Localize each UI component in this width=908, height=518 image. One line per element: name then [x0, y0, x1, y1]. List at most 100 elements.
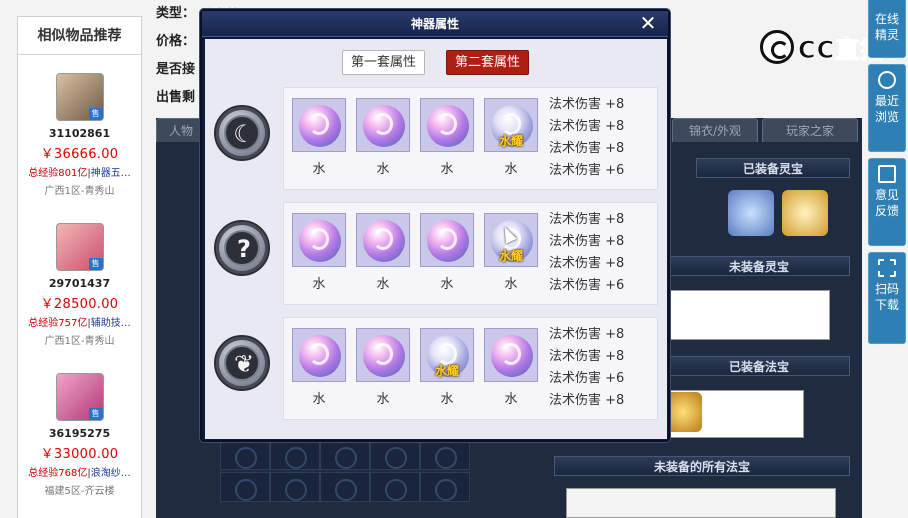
avatar[interactable]: 售 — [55, 223, 104, 271]
lingbao-item[interactable] — [728, 190, 774, 236]
server: 福建5区-齐云楼 — [44, 486, 115, 497]
attribute-line: 法术伤害 +8 — [549, 234, 625, 249]
gem-name: 水 — [504, 392, 518, 407]
artifact-row: ☾ 水水水水耀水法术伤害 +8 法术伤害 +8 法术伤害 +8 法术伤害 +6 — [205, 87, 667, 192]
gem-name: 水 — [376, 392, 390, 407]
water-gem-icon[interactable]: 水耀 — [420, 328, 474, 382]
artifact-glyph: ☾ — [233, 120, 255, 148]
inventory-cell[interactable] — [370, 440, 420, 470]
attribute-line: 法术伤害 +8 — [549, 327, 625, 342]
section-all-unequipped-fabao: 未装备的所有法宝 — [554, 456, 850, 476]
lingbao-item[interactable] — [782, 190, 828, 236]
inventory-cell[interactable] — [270, 472, 320, 502]
server: 广西1区-青秀山 — [44, 186, 115, 197]
inventory-cell[interactable] — [320, 472, 370, 502]
exp: 总经验801亿 — [28, 168, 88, 179]
price: ￥36666.00 — [40, 147, 119, 162]
scan-download-button[interactable]: 扫码 下载 — [868, 252, 906, 344]
gem-slot[interactable]: 水 — [356, 98, 410, 177]
inventory-cell[interactable] — [270, 440, 320, 470]
recommend-title: 相似物品推荐 — [18, 17, 141, 55]
recent-browse-label: 最近 浏览 — [874, 94, 899, 124]
water-gem-icon[interactable] — [484, 328, 538, 382]
water-gem-icon[interactable]: 水耀 — [484, 98, 538, 152]
attribute-list: 法术伤害 +8 法术伤害 +8 法术伤害 +6 法术伤害 +8 — [549, 324, 649, 412]
tab-second-set[interactable]: 第二套属性 — [446, 50, 530, 75]
inventory-cell[interactable] — [320, 440, 370, 470]
section-unequipped-lingbao: 未装备灵宝 — [668, 256, 850, 276]
price-label: 价格： — [156, 34, 196, 49]
role-id: 29701437 — [48, 277, 111, 290]
gem-slot[interactable]: 水 — [356, 328, 410, 407]
attribute-line: 法术伤害 +6 — [549, 278, 625, 293]
inventory-cell[interactable] — [370, 472, 420, 502]
tab-first-set[interactable]: 第一套属性 — [342, 50, 426, 75]
skill-link[interactable]: 辅助技… — [91, 318, 131, 329]
type-label: 类型：神木林 — [156, 2, 239, 23]
avatar[interactable]: 售 — [55, 373, 104, 421]
sale-badge: 售 — [88, 408, 103, 420]
recommend-item[interactable]: 售 36195275 ￥33000.00 总经验768亿|浪淘纱… 福建5区-齐… — [18, 355, 141, 505]
artifact-symbol: ❦ — [224, 345, 260, 381]
water-gem-icon[interactable] — [420, 213, 474, 267]
gem-name: 水 — [312, 277, 326, 292]
gem-slot[interactable]: 水 — [484, 328, 538, 407]
edit-icon — [878, 165, 896, 183]
meta-line: 总经验801亿|神器五… — [28, 168, 131, 179]
inventory-cell[interactable] — [220, 440, 270, 470]
online-assistant-button[interactable]: 在线 精灵 — [868, 0, 906, 58]
gem-slot[interactable]: 水 — [356, 213, 410, 292]
gem-slot[interactable]: 水 — [292, 98, 346, 177]
gem-slot[interactable]: 水 — [292, 328, 346, 407]
water-gem-icon[interactable] — [420, 98, 474, 152]
close-button[interactable]: ✕ — [638, 13, 658, 33]
water-gem-icon[interactable] — [292, 98, 346, 152]
attribute-line: 法术伤害 +8 — [549, 97, 625, 112]
crescent-moon-icon[interactable]: ☾ — [214, 105, 270, 161]
skill-link[interactable]: 浪淘纱… — [91, 468, 131, 479]
tab-character[interactable]: 人物 — [156, 118, 206, 142]
attribute-list: 法术伤害 +8 法术伤害 +8 法术伤害 +8 法术伤害 +6 — [549, 94, 649, 182]
water-gem-icon[interactable] — [356, 328, 410, 382]
gem-name: 水 — [376, 162, 390, 177]
tab-outfit[interactable]: 锦衣/外观 — [672, 118, 758, 142]
water-gem-icon[interactable] — [292, 213, 346, 267]
artifact-glyph: ? — [237, 235, 251, 263]
awaken-label: 水耀 — [498, 134, 523, 148]
skill-link[interactable]: 神器五… — [91, 168, 131, 179]
gem-slot[interactable]: 水 — [420, 98, 474, 177]
vine-icon[interactable]: ❦ — [214, 335, 270, 391]
feedback-button[interactable]: 意见 反馈 — [868, 158, 906, 246]
awaken-label: 水耀 — [434, 364, 459, 378]
gem-slot[interactable]: 水耀水 — [420, 328, 474, 407]
price: ￥28500.00 — [40, 297, 119, 312]
dialog-title: 神器属性 — [410, 17, 459, 31]
water-gem-icon[interactable] — [292, 328, 346, 382]
inventory-cell[interactable] — [420, 440, 470, 470]
gem-slot[interactable]: 水耀水 — [484, 213, 538, 292]
recommend-item[interactable]: 售 31102861 ￥36666.00 总经验801亿|神器五… 广西1区-青… — [18, 55, 141, 205]
cc-logo-icon — [760, 30, 794, 64]
tab-player-home[interactable]: 玩家之家 — [762, 118, 858, 142]
scan-icon — [878, 259, 896, 277]
water-gem-icon[interactable] — [356, 213, 410, 267]
clock-icon — [878, 71, 896, 89]
attribute-line: 法术伤害 +8 — [549, 141, 625, 156]
sale-badge: 售 — [88, 258, 103, 270]
gem-slot[interactable]: 水 — [292, 213, 346, 292]
inventory-cell[interactable] — [420, 472, 470, 502]
meta-line: 总经验768亿|浪淘纱… — [28, 468, 131, 479]
recent-browse-button[interactable]: 最近 浏览 — [868, 64, 906, 152]
artifact-attributes-dialog: 神器属性 ✕ 第一套属性 第二套属性 ☾ 水水水水耀水法术伤害 +8 法术伤害 +8… — [200, 9, 670, 442]
gem-slot[interactable]: 水耀水 — [484, 98, 538, 177]
gem-panel: 水水水水耀水法术伤害 +8 法术伤害 +8 法术伤害 +8 法术伤害 +6 — [283, 87, 658, 190]
recommend-panel: 相似物品推荐 售 31102861 ￥36666.00 总经验801亿|神器五…… — [17, 16, 142, 518]
water-gem-icon[interactable] — [356, 98, 410, 152]
inventory-cell[interactable] — [220, 472, 270, 502]
gem-slot[interactable]: 水 — [420, 213, 474, 292]
avatar[interactable]: 售 — [55, 73, 104, 121]
recommend-item[interactable]: 售 29701437 ￥28500.00 总经验757亿|辅助技… 广西1区-青… — [18, 205, 141, 355]
hook-icon[interactable]: ? — [214, 220, 270, 276]
artifact-symbol: ? — [224, 230, 260, 266]
dialog-body: 第一套属性 第二套属性 ☾ 水水水水耀水法术伤害 +8 法术伤害 +8 法术伤害 +8… — [205, 39, 667, 439]
